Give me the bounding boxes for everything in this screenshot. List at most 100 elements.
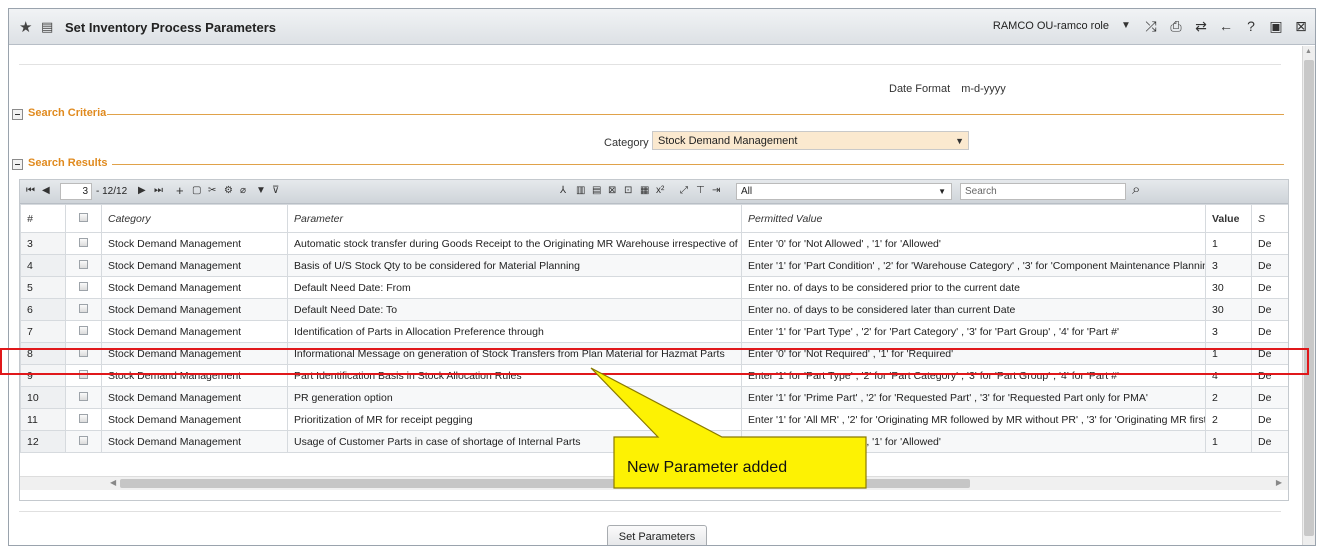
menu-icon[interactable]: ▤	[41, 19, 53, 35]
gear-icon[interactable]: ⚙	[224, 185, 233, 196]
col-header-select[interactable]	[65, 204, 102, 233]
page-title: Set Inventory Process Parameters	[65, 20, 276, 35]
search-icon[interactable]: ⌕	[1132, 181, 1140, 198]
row-select-checkbox[interactable]	[79, 435, 88, 445]
row-select-checkbox[interactable]	[79, 259, 88, 269]
text-icon[interactable]: ▦	[640, 185, 649, 196]
row-select-checkbox[interactable]	[79, 303, 88, 313]
pdf-icon[interactable]: ⅄	[560, 185, 566, 196]
chevron-down-icon[interactable]: ▼	[955, 136, 964, 146]
table-row[interactable]: 4 Stock Demand Management Basis of U/S Sto…	[20, 254, 1288, 277]
help-icon[interactable]: ?	[1243, 18, 1259, 34]
table-row[interactable]: 3 Stock Demand Management Automatic stock …	[20, 232, 1288, 255]
collapse-icon[interactable]	[12, 109, 23, 120]
col-header-category[interactable]: Category	[101, 204, 288, 233]
filter-select-value: All	[741, 186, 753, 197]
category-select[interactable]: Stock Demand Management ▼	[652, 131, 969, 150]
section-divider	[112, 164, 1284, 165]
pin-icon[interactable]: ⇥	[712, 185, 720, 196]
table-row[interactable]: 6 Stock Demand Management Default Need Dat…	[20, 298, 1288, 321]
col-header-number[interactable]: #	[20, 204, 66, 233]
prev-page-icon[interactable]: ◀	[42, 185, 50, 196]
advanced-filter-icon[interactable]: ⊽	[272, 185, 279, 196]
copy-icon[interactable]: ▢	[192, 185, 201, 196]
settings-icon[interactable]: ▣	[1268, 18, 1284, 34]
row-checkbox	[65, 430, 102, 453]
select-all-checkbox[interactable]	[79, 212, 88, 222]
horizontal-scrollbar[interactable]: ◀ ▶	[20, 476, 1288, 490]
scroll-left-icon[interactable]: ◀	[110, 478, 116, 487]
row-select-checkbox[interactable]	[79, 281, 88, 291]
table-row[interactable]: 10 Stock Demand Management PR generation o…	[20, 386, 1288, 409]
expand-icon[interactable]: ⤢	[680, 185, 688, 196]
cut-icon[interactable]: ✂	[208, 185, 216, 196]
scroll-right-icon[interactable]: ▶	[1276, 478, 1282, 487]
page-input[interactable]: 3	[60, 183, 92, 200]
value-cell[interactable]: 30	[1205, 276, 1252, 299]
chevron-down-icon[interactable]: ▼	[938, 187, 946, 196]
filter-icon[interactable]: ▼	[256, 185, 266, 196]
row-number: 10	[20, 386, 66, 409]
date-format-label: Date Format	[889, 83, 951, 95]
value-cell[interactable]: 30	[1205, 298, 1252, 321]
col-header-parameter[interactable]: Parameter	[287, 204, 742, 233]
print-icon[interactable]: ⎙	[1168, 18, 1184, 34]
col-header-value[interactable]: Value	[1205, 204, 1252, 233]
scroll-up-icon[interactable]: ▲	[1305, 48, 1312, 55]
chevron-down-icon[interactable]: ▼	[1118, 18, 1134, 34]
col-header-permitted-value[interactable]: Permitted Value	[741, 204, 1206, 233]
row-select-checkbox[interactable]	[79, 413, 88, 423]
add-row-icon[interactable]: +	[176, 183, 184, 198]
table-row[interactable]: 12 Stock Demand Management Usage of Custom…	[20, 430, 1288, 453]
chart-icon[interactable]: ▥	[576, 185, 585, 196]
formula-icon[interactable]: x²	[656, 185, 664, 196]
export-icon[interactable]: ⊡	[624, 185, 632, 196]
filter-select[interactable]: All ▼	[736, 183, 952, 200]
value-cell[interactable]: 3	[1205, 254, 1252, 277]
vertical-scrollbar[interactable]: ▲	[1302, 46, 1315, 545]
set-parameters-button[interactable]: Set Parameters	[607, 525, 707, 545]
results-grid: ⏮ ◀ 3 - 12/12 ▶ ⏭ + ▢ ✂ ⚙ ⌀ ▼ ⊽ ⅄ ▥ ▤ ⊠ …	[19, 179, 1289, 501]
back-icon[interactable]: ←	[1218, 18, 1234, 34]
date-format: Date Format m-d-yyyy	[889, 83, 1006, 95]
table-row[interactable]: 5 Stock Demand Management Default Need Dat…	[20, 276, 1288, 299]
collapse-icon[interactable]	[12, 159, 23, 170]
close-icon[interactable]: ⊠	[1293, 18, 1309, 34]
last-page-icon[interactable]: ⏭	[154, 185, 163, 196]
row-number: 6	[20, 298, 66, 321]
search-input[interactable]: Search	[960, 183, 1126, 200]
doc-icon[interactable]: ▤	[592, 185, 601, 196]
role-selector[interactable]: RAMCO OU-ramco role	[993, 20, 1109, 32]
clear-filter-icon[interactable]: ⌀	[240, 185, 246, 196]
category-cell: Stock Demand Management	[101, 408, 288, 431]
value-cell[interactable]: 2	[1205, 386, 1252, 409]
excel-icon[interactable]: ⊠	[608, 185, 616, 196]
row-select-checkbox[interactable]	[79, 237, 88, 247]
category-cell: Stock Demand Management	[101, 430, 288, 453]
scroll-thumb[interactable]	[120, 479, 970, 488]
row-select-checkbox[interactable]	[79, 325, 88, 335]
parameter-cell: Usage of Customer Parts in case of short…	[287, 430, 742, 453]
shuffle-icon[interactable]: ⤮	[1143, 18, 1159, 34]
star-icon[interactable]: ★	[19, 18, 32, 36]
table-row[interactable]: 11 Stock Demand Management Prioritization …	[20, 408, 1288, 431]
row-checkbox	[65, 276, 102, 299]
parameter-cell: Prioritization of MR for receipt pegging	[287, 408, 742, 431]
permitted-value-cell: Enter no. of days to be considered later…	[741, 298, 1206, 321]
row-select-checkbox[interactable]	[79, 391, 88, 401]
category-label: Category	[604, 137, 649, 149]
title-actions: RAMCO OU-ramco role ▼ ⤮ ⎙ ⇄ ← ? ▣ ⊠	[993, 18, 1309, 34]
col-header-s[interactable]: S	[1251, 204, 1288, 233]
next-page-icon[interactable]: ▶	[138, 185, 146, 196]
value-cell[interactable]: 3	[1205, 320, 1252, 343]
table-row[interactable]: 7 Stock Demand Management Identification o…	[20, 320, 1288, 343]
value-cell[interactable]: 1	[1205, 232, 1252, 255]
value-cell[interactable]: 2	[1205, 408, 1252, 431]
transfer-icon[interactable]: ⇄	[1193, 18, 1209, 34]
freeze-icon[interactable]: ⊤	[696, 185, 705, 196]
first-page-icon[interactable]: ⏮	[26, 185, 35, 196]
scroll-thumb[interactable]	[1304, 60, 1314, 536]
category-cell: Stock Demand Management	[101, 276, 288, 299]
grid-toolbar: ⏮ ◀ 3 - 12/12 ▶ ⏭ + ▢ ✂ ⚙ ⌀ ▼ ⊽ ⅄ ▥ ▤ ⊠ …	[20, 180, 1288, 204]
value-cell[interactable]: 1	[1205, 430, 1252, 453]
